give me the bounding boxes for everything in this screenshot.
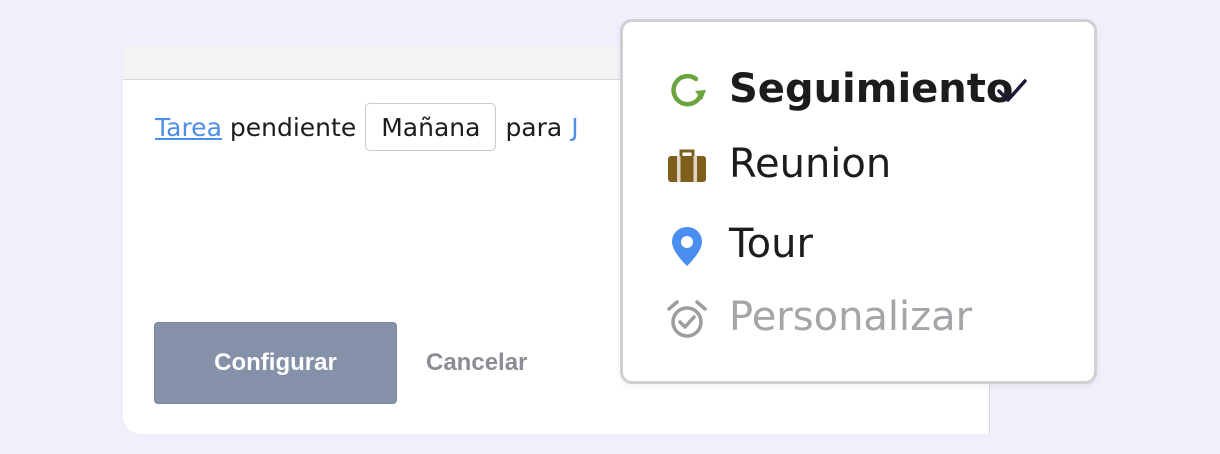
- assignee-link[interactable]: J: [571, 113, 578, 142]
- menu-item-personalizar[interactable]: Personalizar: [623, 282, 1094, 352]
- task-type-dropdown: Seguimiento Reunion Tour Personalizar: [620, 19, 1097, 384]
- menu-item-label: Reunion: [729, 141, 892, 187]
- task-sentence: Tarea pendiente Mañana para J: [155, 102, 579, 152]
- cancel-button[interactable]: Cancelar: [426, 322, 527, 404]
- menu-item-label: Seguimiento: [729, 66, 1014, 112]
- menu-item-reunion[interactable]: Reunion: [623, 129, 1094, 199]
- briefcase-icon: [668, 149, 706, 182]
- configure-button[interactable]: Configurar: [154, 322, 397, 404]
- for-text: para: [505, 112, 563, 142]
- menu-item-seguimiento[interactable]: Seguimiento: [623, 54, 1094, 124]
- task-type-link[interactable]: Tarea: [155, 113, 222, 142]
- due-date-field[interactable]: Mañana: [365, 103, 497, 151]
- menu-item-label: Tour: [729, 221, 813, 267]
- menu-item-label: Personalizar: [729, 294, 973, 340]
- alarm-clock-icon: [667, 300, 707, 338]
- checkmark-icon: [997, 79, 1027, 102]
- pending-text: pendiente: [229, 112, 357, 142]
- menu-item-tour[interactable]: Tour: [623, 209, 1094, 279]
- location-pin-icon: [672, 227, 702, 266]
- refresh-icon: [671, 73, 706, 107]
